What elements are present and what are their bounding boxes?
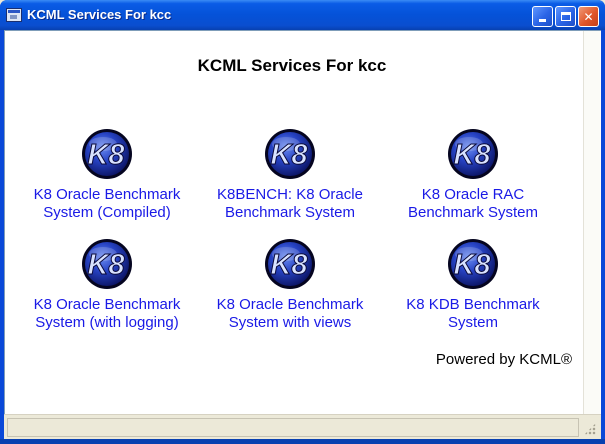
service-label: K8 Oracle Benchmark System (Compiled) <box>12 186 202 222</box>
service-link-k8bench[interactable]: K8BENCH: K8 Oracle Benchmark System <box>195 128 385 222</box>
service-label: K8 Oracle RAC Benchmark System <box>378 186 568 222</box>
service-label: K8 Oracle Benchmark System (with logging… <box>12 296 202 332</box>
status-bar <box>4 414 601 439</box>
service-link-k8-oracle-views[interactable]: K8 Oracle Benchmark System with views <box>195 238 385 332</box>
vertical-scrollbar[interactable] <box>583 31 600 414</box>
status-pane <box>7 418 579 437</box>
k8-logo-icon <box>447 128 499 180</box>
service-label-line2: System <box>447 314 498 331</box>
close-button[interactable]: ✕ <box>578 6 599 27</box>
service-label-line1: K8 KDB Benchmark <box>406 296 540 313</box>
minimize-button[interactable] <box>532 6 553 27</box>
service-link-k8-kdb[interactable]: K8 KDB Benchmark System <box>378 238 568 332</box>
maximize-icon <box>560 12 571 21</box>
app-window: KCML Services For kcc ✕ KCML Services Fo… <box>0 0 605 444</box>
page-title: KCML Services For kcc <box>197 56 387 75</box>
service-label: K8 Oracle Benchmark System with views <box>195 296 385 332</box>
close-icon: ✕ <box>583 9 594 24</box>
service-label-line1: K8 Oracle Benchmark <box>33 186 181 203</box>
k8-logo-icon <box>264 128 316 180</box>
service-link-k8-oracle-compiled[interactable]: K8 Oracle Benchmark System (Compiled) <box>12 128 202 222</box>
service-link-k8-oracle-rac[interactable]: K8 Oracle RAC Benchmark System <box>378 128 568 222</box>
service-label-line2: System (Compiled) <box>43 204 171 221</box>
service-label-line2: System with views <box>228 314 352 331</box>
powered-by-text: Powered by KCML® <box>435 351 572 368</box>
service-label-line1: K8BENCH: K8 Oracle <box>217 186 363 203</box>
window-title: KCML Services For kcc <box>27 7 172 22</box>
app-window-icon[interactable] <box>6 8 22 22</box>
service-label-line1: K8 Oracle Benchmark <box>33 296 181 313</box>
service-label-line1: K8 Oracle RAC <box>421 186 525 203</box>
service-link-k8-oracle-logging[interactable]: K8 Oracle Benchmark System (with logging… <box>12 238 202 332</box>
title-bar[interactable]: KCML Services For kcc ✕ <box>0 0 605 30</box>
service-label: K8BENCH: K8 Oracle Benchmark System <box>195 186 385 222</box>
k8-logo-icon <box>81 238 133 290</box>
service-label-line2: Benchmark System <box>407 204 539 221</box>
k8-logo-icon <box>447 238 499 290</box>
resize-grip-icon[interactable] <box>584 423 596 435</box>
k8-logo-icon <box>81 128 133 180</box>
service-label: K8 KDB Benchmark System <box>378 296 568 332</box>
maximize-button[interactable] <box>555 6 576 27</box>
minimize-icon <box>539 19 546 22</box>
k8-logo-icon <box>264 238 316 290</box>
service-label-line2: Benchmark System <box>224 204 356 221</box>
window-frame-bottom <box>0 439 605 444</box>
service-label-line2: System (with logging) <box>35 314 179 331</box>
service-label-line1: K8 Oracle Benchmark <box>216 296 364 313</box>
